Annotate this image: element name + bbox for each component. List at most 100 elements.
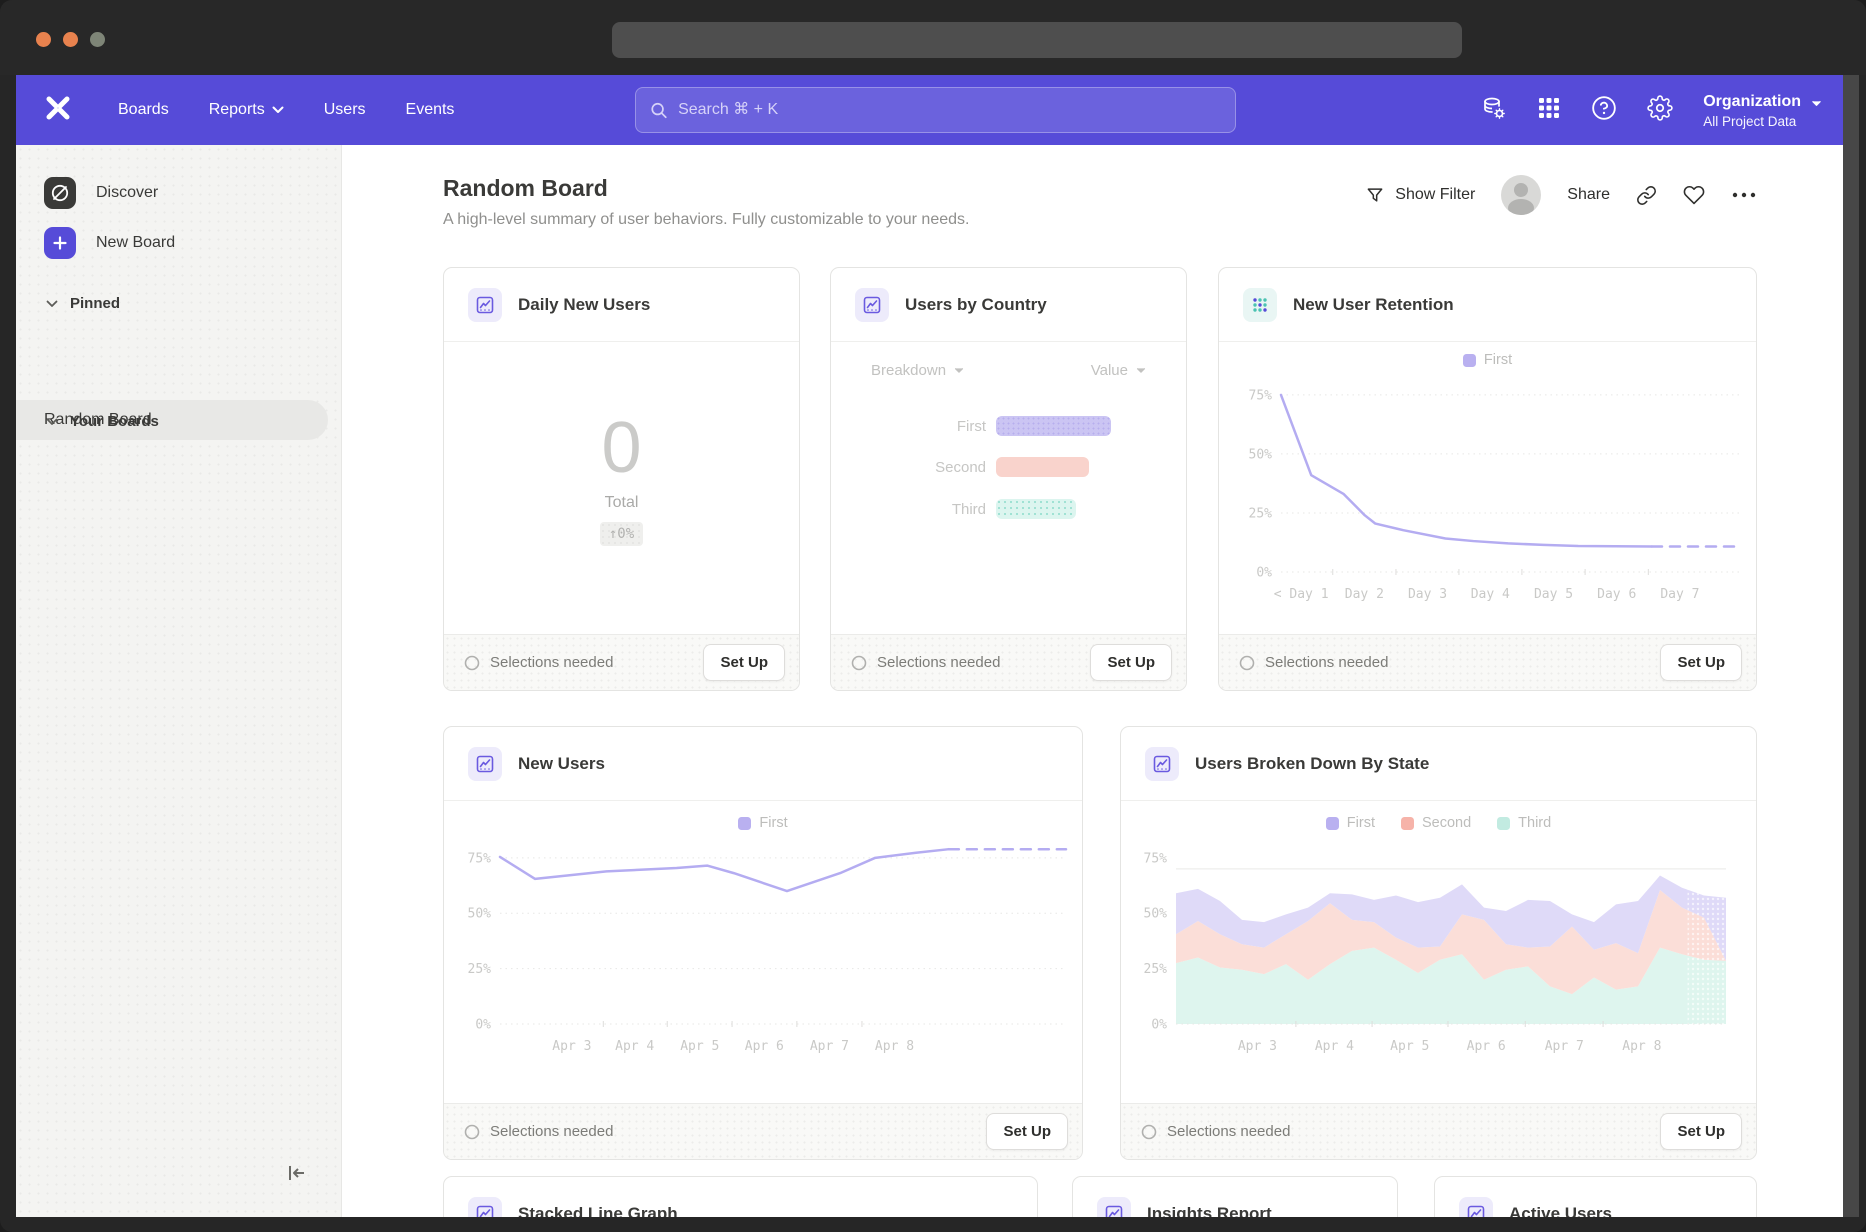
copy-link-button[interactable]	[1636, 185, 1657, 206]
search-input[interactable]	[678, 101, 1221, 119]
svg-text:Apr 8: Apr 8	[1622, 1039, 1661, 1054]
metric-delta-badge: ↑0%	[600, 522, 643, 546]
card-insights-report: Insights Report	[1072, 1176, 1398, 1217]
sidebar-collapse-button[interactable]	[283, 1160, 309, 1191]
set-up-button[interactable]: Set Up	[1660, 1113, 1742, 1150]
favorite-button[interactable]	[1683, 184, 1705, 206]
breakdown-dropdown[interactable]: Breakdown	[871, 362, 964, 379]
circle-status-icon	[1141, 1124, 1157, 1140]
card-status: Selections needed	[1239, 654, 1388, 671]
bar-second	[996, 457, 1089, 477]
help-icon[interactable]	[1591, 95, 1617, 126]
page-subtitle: A high-level summary of user behaviors. …	[443, 211, 969, 229]
svg-text:25%: 25%	[1249, 506, 1273, 521]
card-active-users: Active Users	[1434, 1176, 1757, 1217]
chevron-down-icon	[954, 367, 964, 374]
set-up-button[interactable]: Set Up	[986, 1113, 1068, 1150]
global-search[interactable]	[635, 87, 1236, 133]
value-label: Value	[1091, 362, 1128, 379]
svg-text:< Day 1: < Day 1	[1274, 587, 1329, 602]
svg-text:Apr 4: Apr 4	[1315, 1039, 1354, 1054]
show-filter-button[interactable]: Show Filter	[1365, 185, 1475, 205]
line-chart-icon	[1097, 1197, 1131, 1217]
nav-item-label: Reports	[209, 101, 265, 119]
avatar[interactable]	[1501, 175, 1541, 215]
compass-icon	[44, 177, 76, 209]
card-title: Daily New Users	[518, 295, 650, 315]
svg-text:Apr 7: Apr 7	[810, 1039, 849, 1054]
set-up-button[interactable]: Set Up	[703, 644, 785, 681]
sidebar-section-your-boards[interactable]: Your Boards	[46, 413, 159, 430]
bar-row: First	[831, 416, 1111, 436]
window-zoom-button[interactable]	[90, 32, 105, 47]
retention-line-chart: 75%50%25%0%< Day 1Day 2Day 3Day 4Day 5Da…	[1229, 364, 1749, 604]
bar-row: Third	[831, 499, 1076, 519]
data-management-icon[interactable]	[1481, 95, 1507, 126]
svg-text:25%: 25%	[1144, 962, 1168, 977]
card-users-by-country: Users by Country Breakdown Value First	[830, 267, 1187, 691]
card-title: Users by Country	[905, 295, 1047, 315]
sidebar-item-new-board[interactable]: New Board	[44, 227, 175, 259]
card-status: Selections needed	[851, 654, 1000, 671]
bar-category-label: First	[831, 418, 996, 435]
nav-item-reports[interactable]: Reports	[209, 101, 284, 119]
page-title: Random Board	[443, 175, 608, 202]
new-users-line-chart: 75%50%25%0%Apr 3Apr 4Apr 5Apr 6Apr 7Apr …	[454, 827, 1074, 1077]
card-status: Selections needed	[1141, 1123, 1290, 1140]
card-title: Users Broken Down By State	[1195, 754, 1429, 774]
mixpanel-logo[interactable]	[44, 94, 72, 127]
card-status-label: Selections needed	[490, 1123, 613, 1140]
svg-text:Apr 3: Apr 3	[552, 1039, 591, 1054]
window-minimize-button[interactable]	[63, 32, 78, 47]
nav-item-boards[interactable]: Boards	[118, 101, 169, 119]
breakdown-label: Breakdown	[871, 362, 946, 379]
browser-titlebar	[0, 0, 1866, 75]
share-label: Share	[1567, 186, 1610, 204]
search-icon	[650, 101, 668, 120]
card-title: New User Retention	[1293, 295, 1454, 315]
svg-text:50%: 50%	[1249, 447, 1273, 462]
app-window: Boards Reports Users Events	[16, 75, 1844, 1217]
svg-text:Day 2: Day 2	[1345, 587, 1384, 602]
svg-text:75%: 75%	[1144, 851, 1168, 866]
card-title: Active Users	[1509, 1204, 1612, 1217]
card-new-users: New Users First 75%50%25%0%Apr 3Apr 4Apr…	[443, 726, 1083, 1160]
circle-status-icon	[464, 1124, 480, 1140]
set-up-button[interactable]: Set Up	[1660, 644, 1742, 681]
set-up-button[interactable]: Set Up	[1090, 644, 1172, 681]
retention-grid-icon	[1243, 288, 1277, 322]
share-button[interactable]: Share	[1567, 186, 1610, 204]
bar-third	[996, 499, 1076, 519]
card-title: Stacked Line Graph	[518, 1204, 678, 1217]
chevron-down-icon	[1136, 367, 1146, 374]
sidebar-item-discover[interactable]: Discover	[44, 177, 158, 209]
nav-item-users[interactable]: Users	[324, 101, 366, 119]
org-project-scope: All Project Data	[1703, 114, 1801, 129]
settings-gear-icon[interactable]	[1647, 95, 1673, 126]
sidebar-section-pinned[interactable]: Pinned	[46, 295, 120, 312]
svg-text:0%: 0%	[1256, 566, 1272, 581]
apps-grid-icon[interactable]	[1537, 96, 1561, 125]
svg-text:Apr 5: Apr 5	[680, 1039, 719, 1054]
svg-text:50%: 50%	[468, 907, 492, 922]
card-status: Selections needed	[464, 654, 613, 671]
window-close-button[interactable]	[36, 32, 51, 47]
svg-text:75%: 75%	[1249, 388, 1273, 403]
line-chart-icon	[468, 288, 502, 322]
chevron-down-icon	[1811, 100, 1822, 107]
metric-label: Total	[605, 494, 639, 512]
card-daily-new-users: Daily New Users 0 Total ↑0% Selections n…	[443, 267, 800, 691]
browser-address-bar[interactable]	[612, 22, 1462, 58]
svg-text:Day 3: Day 3	[1408, 587, 1447, 602]
nav-item-label: Users	[324, 101, 366, 119]
top-navbar: Boards Reports Users Events	[16, 75, 1844, 145]
nav-item-events[interactable]: Events	[406, 101, 455, 119]
chevron-down-icon	[272, 106, 284, 114]
org-switcher[interactable]: Organization All Project Data	[1703, 92, 1822, 129]
svg-text:Apr 6: Apr 6	[1467, 1039, 1506, 1054]
more-options-button[interactable]	[1731, 190, 1757, 200]
svg-text:Day 7: Day 7	[1660, 587, 1699, 602]
value-dropdown[interactable]: Value	[1091, 362, 1146, 379]
browser-scrollbar[interactable]	[1843, 75, 1859, 1217]
plus-icon	[44, 227, 76, 259]
